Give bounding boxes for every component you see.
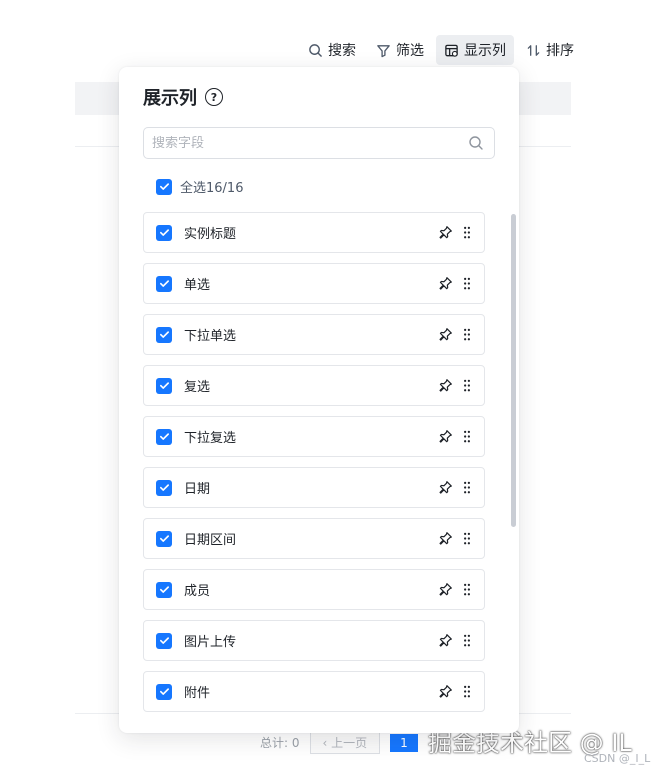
- column-label: 图片上传: [184, 635, 237, 650]
- drag-handle-icon[interactable]: [462, 225, 472, 240]
- column-checkbox[interactable]: [156, 479, 172, 496]
- prev-page-button[interactable]: ‹ 上一页: [309, 731, 381, 754]
- check-icon: [159, 382, 169, 389]
- column-label: 单选: [184, 278, 211, 293]
- filter-button-label: 筛选: [396, 43, 424, 59]
- search-icon[interactable]: [468, 135, 484, 151]
- column-checkbox[interactable]: [156, 581, 172, 598]
- column-checkbox[interactable]: [156, 275, 172, 292]
- search-button[interactable]: 搜索: [300, 35, 364, 65]
- column-checkbox[interactable]: [156, 530, 172, 547]
- column-checkbox[interactable]: [156, 224, 172, 241]
- column-item[interactable]: 成员: [143, 569, 485, 610]
- sort-button-label: 排序: [546, 43, 574, 59]
- drag-handle-icon[interactable]: [462, 480, 472, 495]
- select-all-checkbox[interactable]: [156, 178, 172, 195]
- column-label: 实例标题: [184, 227, 237, 242]
- field-search: [143, 127, 495, 159]
- pin-icon[interactable]: [438, 378, 453, 393]
- pin-icon[interactable]: [438, 327, 453, 342]
- column-label: 成员: [184, 584, 211, 599]
- column-checkbox[interactable]: [156, 632, 172, 649]
- pin-icon[interactable]: [438, 582, 453, 597]
- columns-panel: 展示列 ? 全选16/16 实例标题单选下拉单选复选下拉复选日期日期区间成员图片…: [119, 67, 519, 733]
- watermark-sub: CSDN @_I_L: [584, 752, 651, 765]
- drag-handle-icon[interactable]: [462, 276, 472, 291]
- select-all-label: 全选16/16: [180, 181, 244, 196]
- filter-icon: [377, 44, 390, 57]
- sort-button[interactable]: 排序: [518, 35, 582, 65]
- check-icon: [159, 433, 169, 440]
- column-label: 日期: [184, 482, 211, 497]
- toolbar: 搜索 筛选 显示列 排序: [300, 34, 586, 66]
- column-label: 附件: [184, 686, 211, 701]
- drag-handle-icon[interactable]: [462, 378, 472, 393]
- column-item[interactable]: 实例标题: [143, 212, 485, 253]
- prev-page-label: 上一页: [331, 736, 368, 750]
- pin-icon[interactable]: [438, 225, 453, 240]
- column-item[interactable]: 下拉单选: [143, 314, 485, 355]
- check-icon: [159, 229, 169, 236]
- select-all-row[interactable]: 全选16/16: [156, 177, 243, 196]
- panel-title-text: 展示列: [143, 88, 197, 109]
- column-item[interactable]: 图片上传: [143, 620, 485, 661]
- help-icon[interactable]: ?: [205, 88, 223, 106]
- filter-button[interactable]: 筛选: [368, 35, 432, 65]
- check-icon: [159, 484, 169, 491]
- drag-handle-icon[interactable]: [462, 531, 472, 546]
- pin-icon[interactable]: [438, 531, 453, 546]
- pin-icon[interactable]: [438, 684, 453, 699]
- column-item[interactable]: 附件: [143, 671, 485, 712]
- sort-icon: [527, 44, 540, 56]
- check-icon: [159, 280, 169, 287]
- column-item[interactable]: 复选: [143, 365, 485, 406]
- field-search-input[interactable]: [144, 135, 468, 151]
- drag-handle-icon[interactable]: [462, 582, 472, 597]
- column-item[interactable]: 下拉复选: [143, 416, 485, 457]
- column-checkbox[interactable]: [156, 377, 172, 394]
- panel-title: 展示列 ?: [143, 84, 223, 110]
- check-icon: [159, 637, 169, 644]
- search-icon: [309, 43, 322, 57]
- column-item[interactable]: 单选: [143, 263, 485, 304]
- column-checkbox[interactable]: [156, 326, 172, 343]
- check-icon: [159, 586, 169, 593]
- pin-icon[interactable]: [438, 633, 453, 648]
- page-number-current[interactable]: 1: [390, 733, 418, 752]
- column-list: 实例标题单选下拉单选复选下拉复选日期日期区间成员图片上传附件: [143, 212, 485, 722]
- columns-icon: [445, 44, 458, 57]
- drag-handle-icon[interactable]: [462, 429, 472, 444]
- check-icon: [159, 688, 169, 695]
- pin-icon[interactable]: [438, 276, 453, 291]
- column-label: 复选: [184, 380, 211, 395]
- column-item[interactable]: 日期: [143, 467, 485, 508]
- check-icon: [159, 331, 169, 338]
- total-count: 总计: 0: [260, 736, 300, 750]
- columns-button-label: 显示列: [464, 43, 506, 59]
- scrollbar[interactable]: [511, 214, 516, 527]
- check-icon: [159, 183, 169, 190]
- column-label: 下拉复选: [184, 431, 237, 446]
- column-checkbox[interactable]: [156, 428, 172, 445]
- columns-button[interactable]: 显示列: [436, 35, 514, 65]
- pin-icon[interactable]: [438, 429, 453, 444]
- column-checkbox[interactable]: [156, 683, 172, 700]
- drag-handle-icon[interactable]: [462, 633, 472, 648]
- column-item[interactable]: 日期区间: [143, 518, 485, 559]
- search-button-label: 搜索: [328, 43, 356, 59]
- column-label: 下拉单选: [184, 329, 237, 344]
- check-icon: [159, 535, 169, 542]
- drag-handle-icon[interactable]: [462, 684, 472, 699]
- drag-handle-icon[interactable]: [462, 327, 472, 342]
- pagination: 总计: 0 ‹ 上一页 1: [260, 731, 418, 754]
- column-label: 日期区间: [184, 533, 237, 548]
- pin-icon[interactable]: [438, 480, 453, 495]
